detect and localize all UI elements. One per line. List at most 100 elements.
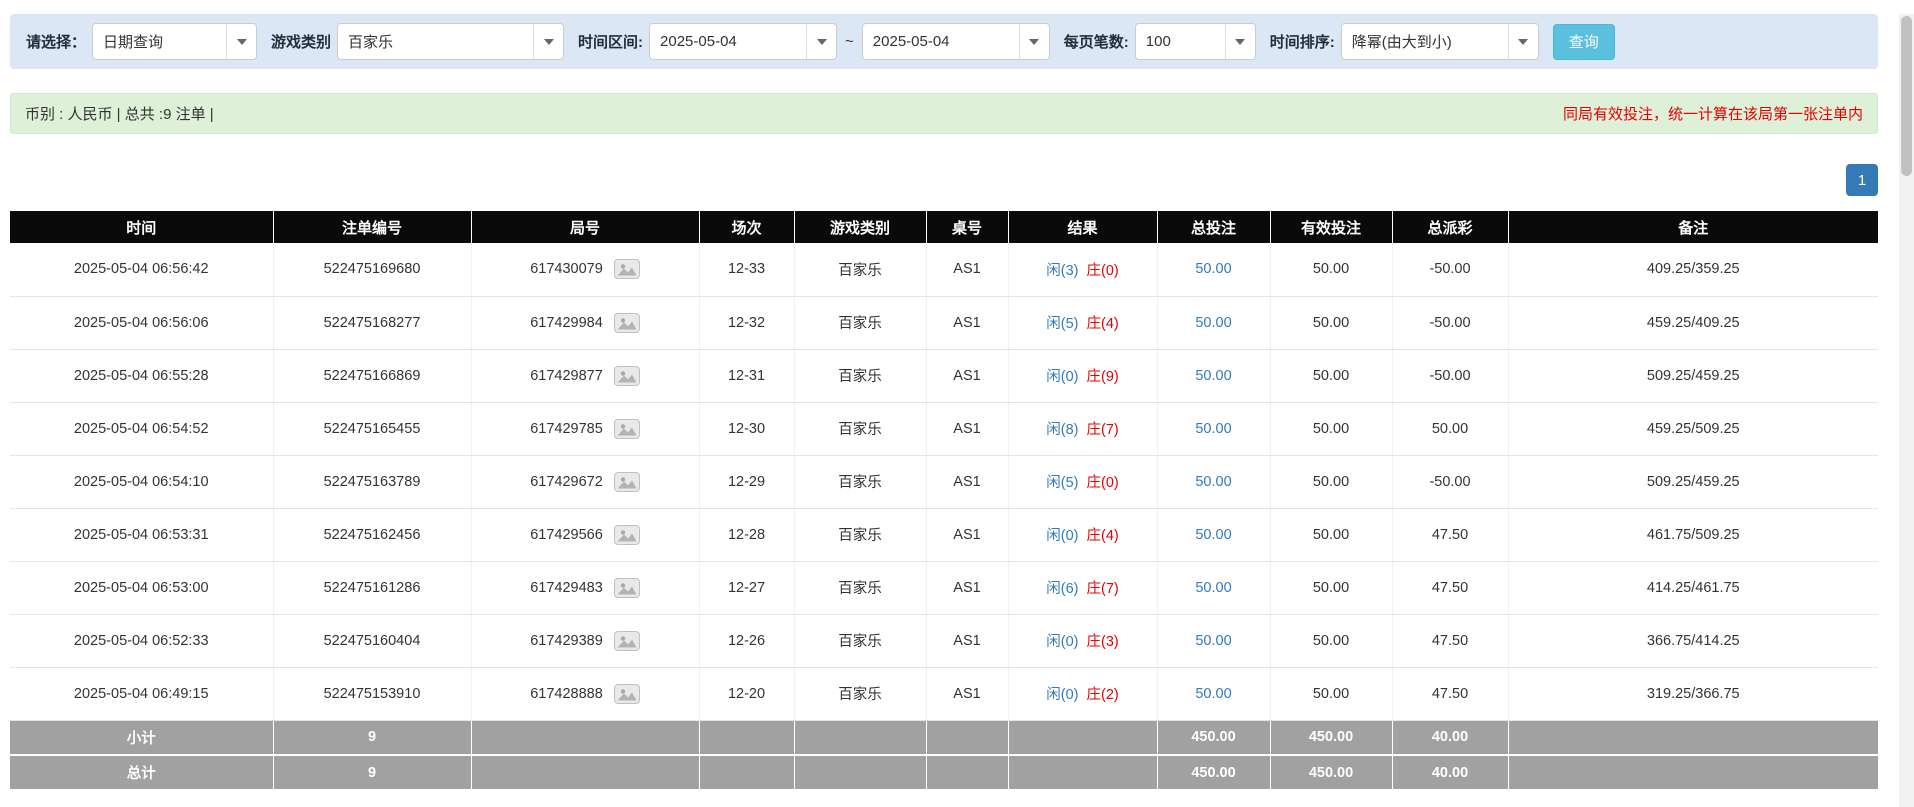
cell-total-bet: 50.00: [1157, 296, 1270, 349]
cell-game: 百家乐: [794, 402, 926, 455]
round-image-icon[interactable]: [614, 684, 640, 704]
table-row: 2025-05-04 06:56:06 522475168277 6174299…: [10, 296, 1878, 349]
round-number: 617429483: [530, 579, 603, 595]
query-type-select[interactable]: 日期查询: [92, 23, 257, 60]
footer-total-bet: 450.00: [1157, 755, 1270, 790]
round-image-icon[interactable]: [614, 366, 640, 386]
footer-payout: 40.00: [1392, 755, 1508, 790]
game-category-select[interactable]: 百家乐: [337, 23, 564, 60]
footer-row: 总计 9 450.00 450.00 40.00: [10, 755, 1878, 790]
cell-round: 617429785: [471, 402, 699, 455]
round-number: 617429984: [530, 314, 603, 330]
cell-result: 闲(0) 庄(3): [1008, 614, 1157, 667]
round-number: 617430079: [530, 261, 603, 277]
chevron-down-icon: [533, 24, 563, 59]
cell-remark: 366.75/414.25: [1508, 614, 1878, 667]
footer-empty-cell: [1508, 720, 1878, 755]
cell-remark: 459.25/509.25: [1508, 402, 1878, 455]
table-row: 2025-05-04 06:53:00 522475161286 6174294…: [10, 561, 1878, 614]
column-header: 游戏类别: [794, 211, 926, 243]
cell-result: 闲(8) 庄(7): [1008, 402, 1157, 455]
cell-remark: 509.25/459.25: [1508, 455, 1878, 508]
summary-bar: 币别 : 人民币 | 总共 :9 注单 | 同局有效投注，统一计算在该局第一张注…: [10, 93, 1878, 134]
cell-valid-bet: 50.00: [1270, 402, 1392, 455]
total-bet-link[interactable]: 50.00: [1195, 315, 1231, 331]
cell-result: 闲(6) 庄(7): [1008, 561, 1157, 614]
result-banker: 庄(7): [1087, 581, 1119, 597]
vertical-scrollbar[interactable]: [1899, 14, 1914, 807]
time-sort-select[interactable]: 降幂(由大到小): [1341, 23, 1539, 60]
footer-empty-cell: [794, 755, 926, 790]
cell-result: 闲(5) 庄(4): [1008, 296, 1157, 349]
total-bet-link[interactable]: 50.00: [1195, 368, 1231, 384]
footer-empty-cell: [471, 755, 699, 790]
query-button[interactable]: 查询: [1553, 24, 1615, 60]
column-header: 总投注: [1157, 211, 1270, 243]
total-bet-link[interactable]: 50.00: [1195, 686, 1231, 702]
time-sort-label: 时间排序:: [1270, 31, 1335, 52]
result-player: 闲(0): [1046, 369, 1078, 385]
round-number: 617428888: [530, 685, 603, 701]
total-bet-link[interactable]: 50.00: [1195, 580, 1231, 596]
round-image-icon[interactable]: [614, 419, 640, 439]
cell-payout: 47.50: [1392, 614, 1508, 667]
round-image-icon[interactable]: [614, 259, 640, 279]
table-footer: 小计 9 450.00 450.00 40.00 总计 9 450.00 450…: [10, 720, 1878, 790]
footer-empty-cell: [1008, 755, 1157, 790]
page-size-select[interactable]: 100: [1135, 23, 1256, 60]
footer-empty-cell: [1508, 755, 1878, 790]
round-image-icon[interactable]: [614, 631, 640, 651]
table-row: 2025-05-04 06:55:28 522475166869 6174298…: [10, 349, 1878, 402]
cell-bet-id: 522475161286: [273, 561, 471, 614]
total-bet-link[interactable]: 50.00: [1195, 261, 1231, 277]
total-bet-link[interactable]: 50.00: [1195, 527, 1231, 543]
total-bet-link[interactable]: 50.00: [1195, 474, 1231, 490]
date-from-select[interactable]: 2025-05-04: [649, 23, 837, 60]
cell-bet-id: 522475166869: [273, 349, 471, 402]
round-number: 617429672: [530, 473, 603, 489]
footer-valid-bet: 450.00: [1270, 755, 1392, 790]
cell-bet-id: 522475169680: [273, 243, 471, 296]
footer-count: 9: [273, 755, 471, 790]
table-row: 2025-05-04 06:52:33 522475160404 6174293…: [10, 614, 1878, 667]
cell-time: 2025-05-04 06:54:10: [10, 455, 273, 508]
result-banker: 庄(2): [1087, 687, 1119, 703]
cell-valid-bet: 50.00: [1270, 243, 1392, 296]
cell-remark: 459.25/409.25: [1508, 296, 1878, 349]
cell-round: 617430079: [471, 243, 699, 296]
total-bet-link[interactable]: 50.00: [1195, 421, 1231, 437]
cell-game: 百家乐: [794, 296, 926, 349]
bet-records-table: 时间注单编号局号场次游戏类别桌号结果总投注有效投注总派彩备注 2025-05-0…: [10, 211, 1878, 791]
cell-table: AS1: [926, 508, 1008, 561]
cell-table: AS1: [926, 561, 1008, 614]
footer-label: 总计: [10, 755, 273, 790]
cell-round: 617429566: [471, 508, 699, 561]
cell-time: 2025-05-04 06:56:42: [10, 243, 273, 296]
round-image-icon[interactable]: [614, 472, 640, 492]
scrollbar-thumb[interactable]: [1901, 16, 1912, 176]
cell-round: 617429483: [471, 561, 699, 614]
query-type-value: 日期查询: [93, 31, 173, 52]
footer-empty-cell: [926, 755, 1008, 790]
cell-time: 2025-05-04 06:55:28: [10, 349, 273, 402]
page-button-1[interactable]: 1: [1846, 164, 1878, 196]
result-banker: 庄(3): [1087, 634, 1119, 650]
total-bet-link[interactable]: 50.00: [1195, 633, 1231, 649]
round-number: 617429785: [530, 420, 603, 436]
time-sort-value: 降幂(由大到小): [1342, 31, 1462, 52]
cell-session: 12-20: [699, 667, 794, 720]
table-row: 2025-05-04 06:54:52 522475165455 6174297…: [10, 402, 1878, 455]
round-image-icon[interactable]: [614, 313, 640, 333]
cell-round: 617428888: [471, 667, 699, 720]
currency-summary-text: 币别 : 人民币 | 总共 :9 注单 |: [25, 103, 214, 124]
round-image-icon[interactable]: [614, 578, 640, 598]
chevron-down-icon: [1508, 24, 1538, 59]
cell-time: 2025-05-04 06:53:00: [10, 561, 273, 614]
cell-total-bet: 50.00: [1157, 561, 1270, 614]
footer-empty-cell: [471, 720, 699, 755]
cell-time: 2025-05-04 06:56:06: [10, 296, 273, 349]
round-image-icon[interactable]: [614, 525, 640, 545]
date-to-select[interactable]: 2025-05-04: [862, 23, 1050, 60]
column-header: 场次: [699, 211, 794, 243]
column-header: 桌号: [926, 211, 1008, 243]
